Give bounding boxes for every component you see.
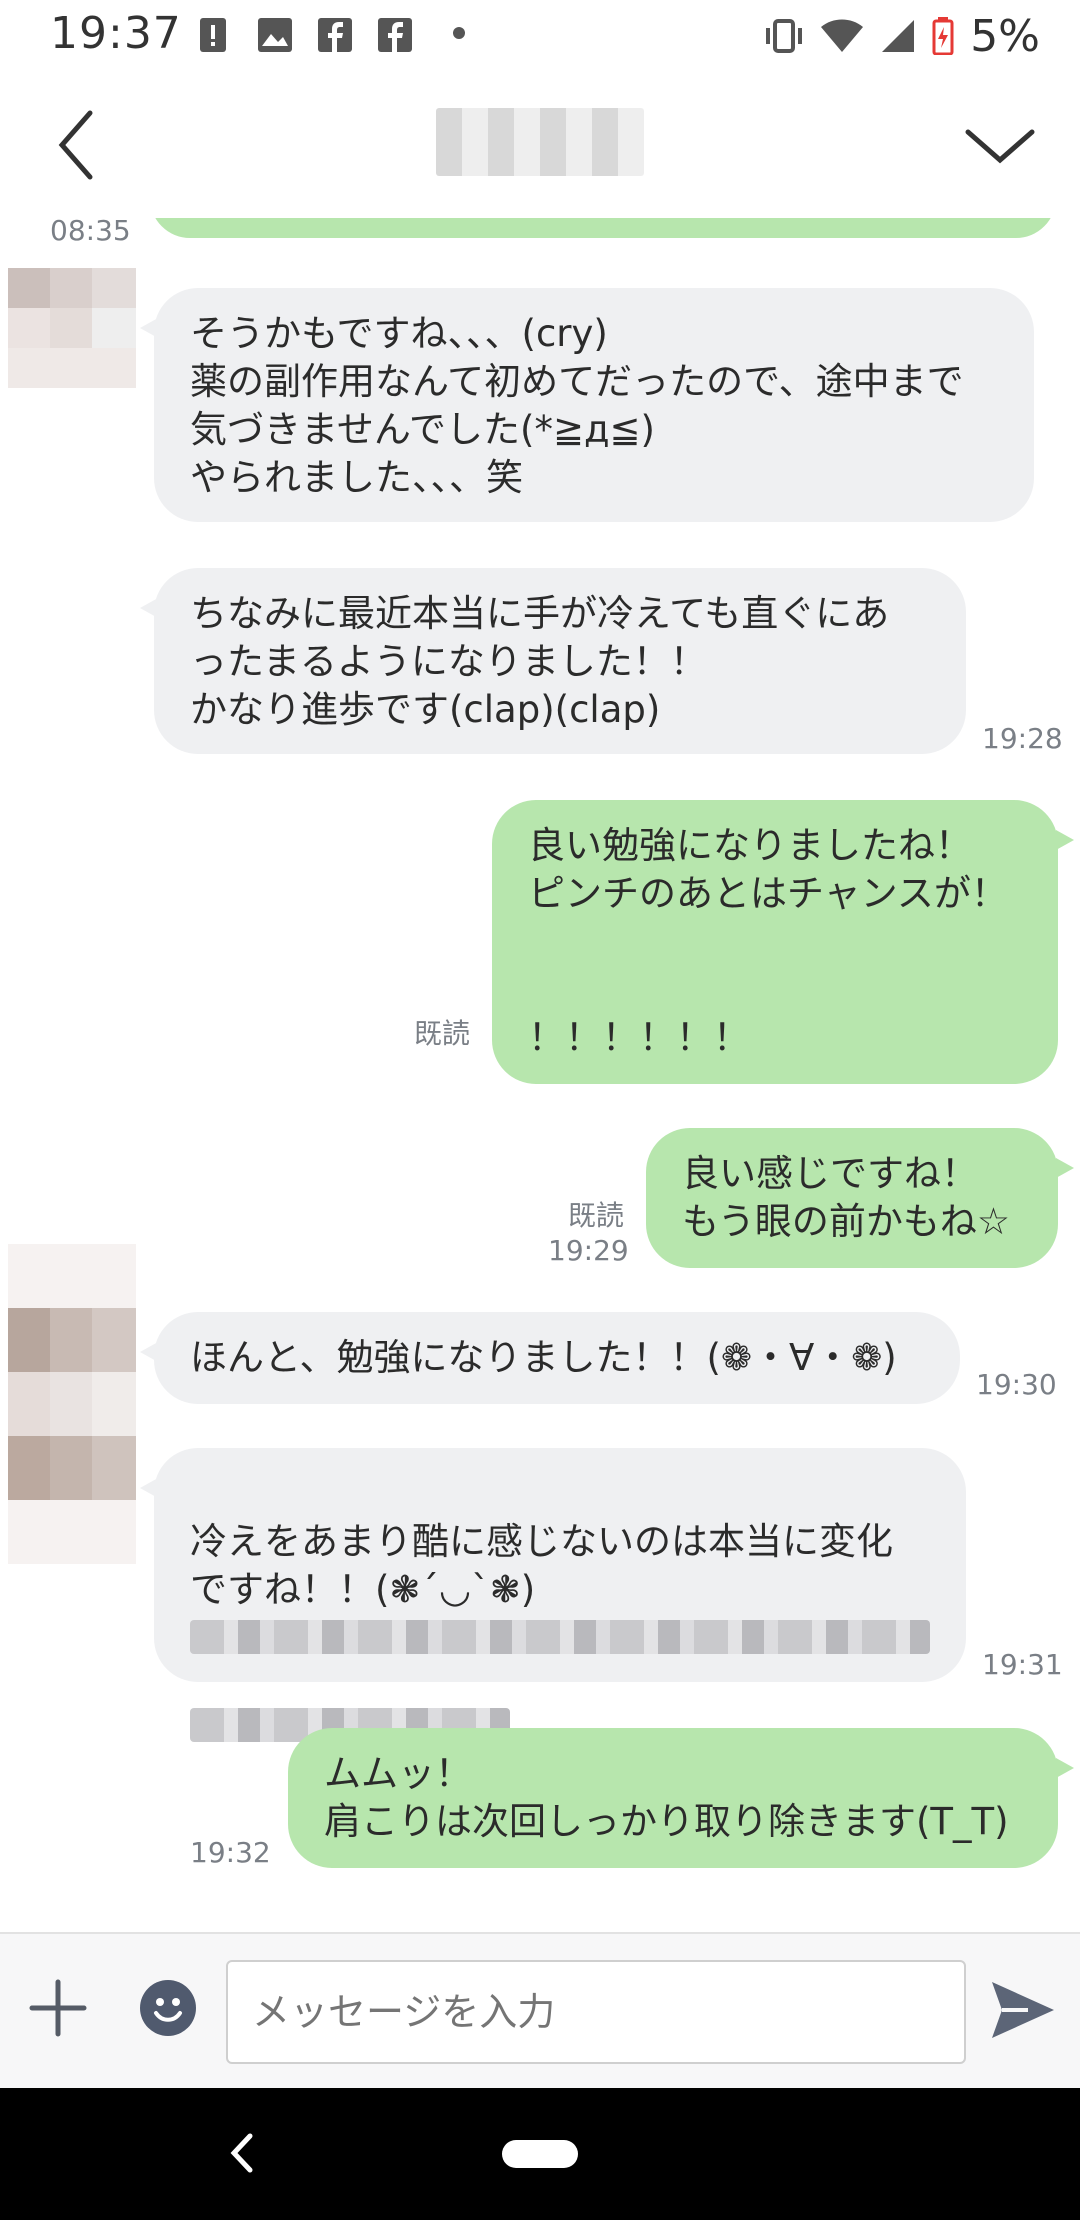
message-list[interactable]: 08:35 そうかもですね、、、(cry) 薬の副作用なんて初めてだったので、途… <box>0 218 1080 1932</box>
message-time: 08:35 <box>50 218 131 247</box>
message-bubble-outgoing[interactable]: 良い勉強になりましたね！ ピンチのあとはチャンスが！ ！！！！！！ <box>492 800 1074 1084</box>
message-time: 19:29 <box>548 1234 629 1267</box>
facebook-icon <box>378 18 412 52</box>
battery-percent: 5% <box>970 10 1040 62</box>
chat-title: ▒▒▒▒▒ <box>436 108 644 176</box>
status-time: 19:37 <box>50 8 182 59</box>
nav-back-icon[interactable] <box>222 2128 262 2178</box>
system-navigation-bar <box>0 2088 1080 2220</box>
alert-icon <box>200 18 226 52</box>
facebook-icon <box>318 18 352 52</box>
message-time: 19:32 <box>190 1836 271 1869</box>
cell-signal-icon <box>882 20 915 52</box>
message-bubble-outgoing[interactable]: 良い感じですね！ もう眼の前かもね☆ <box>646 1128 1074 1268</box>
chat-header: ▒▒▒▒▒ <box>0 70 1080 220</box>
message-bubble-incoming[interactable]: 冷えをあまり酷に感じないのは本当に変化 ですね！！(❃´◡`❃) <box>140 1448 966 1742</box>
wifi-icon <box>821 19 864 52</box>
message-text: 冷えをあまり酷に感じないのは本当に変化 ですね！！(❃´◡`❃) <box>190 1520 893 1611</box>
message-input-bar <box>0 1932 1080 2090</box>
status-icons: 5% <box>764 6 1040 66</box>
smiley-icon[interactable] <box>140 1980 196 2036</box>
chevron-down-icon[interactable] <box>960 110 1040 180</box>
message-bubble-outgoing[interactable] <box>150 218 1056 238</box>
message-time: 19:30 <box>976 1368 1057 1401</box>
redacted-text <box>190 1620 930 1654</box>
plus-icon[interactable] <box>28 1978 88 2038</box>
image-icon <box>258 18 292 52</box>
read-receipt: 既読 <box>567 1199 624 1232</box>
vibrate-icon <box>766 19 803 53</box>
avatar[interactable] <box>8 1244 136 1564</box>
read-receipt: 既読 <box>413 1017 470 1050</box>
chevron-left-icon[interactable] <box>50 105 110 185</box>
message-bubble-incoming[interactable]: ちなみに最近本当に手が冷えても直ぐにあ ったまるようになりました！！ かなり進歩… <box>140 568 966 754</box>
message-bubble-incoming[interactable]: ほんと、勉強になりました！！(❁・∀・❁) <box>140 1312 960 1404</box>
message-input[interactable] <box>226 1960 966 2064</box>
nav-home-pill[interactable] <box>502 2140 578 2168</box>
smiley-face-icon <box>154 1998 182 2022</box>
message-bubble-incoming[interactable]: そうかもですね、、、(cry) 薬の副作用なんて初めてだったので、途中まで 気づ… <box>140 288 1034 522</box>
message-time: 19:28 <box>982 722 1063 755</box>
message-bubble-outgoing[interactable]: ムムッ！ 肩こりは次回しっかり取り除きます(T_T) <box>288 1728 1074 1868</box>
message-time: 19:31 <box>982 1648 1063 1681</box>
battery-icon <box>932 17 954 55</box>
status-bar: 19:37 5% <box>0 0 1080 70</box>
dot-icon <box>453 27 465 39</box>
avatar[interactable] <box>8 268 136 388</box>
send-icon[interactable] <box>988 1978 1058 2042</box>
